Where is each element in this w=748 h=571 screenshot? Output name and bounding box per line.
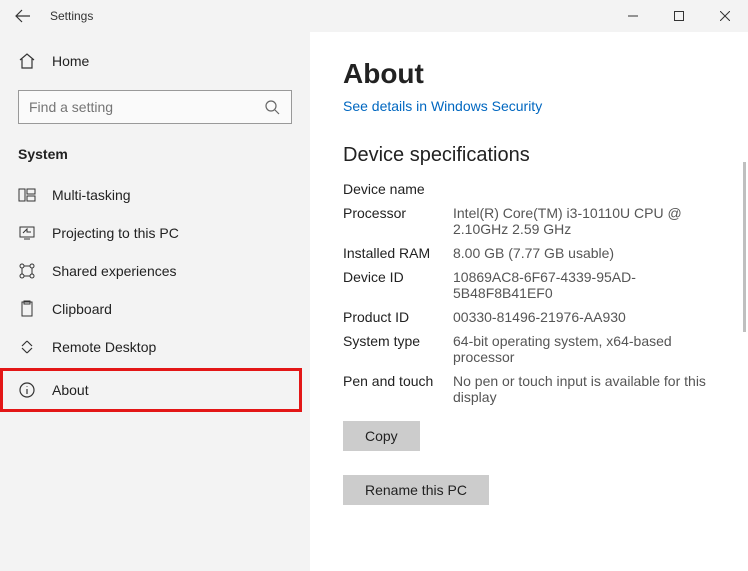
security-link[interactable]: See details in Windows Security	[343, 98, 728, 114]
arrow-left-icon	[15, 8, 31, 24]
spec-row-pen-touch: Pen and touch No pen or touch input is a…	[343, 373, 728, 405]
sidebar-item-about[interactable]: About	[0, 368, 302, 412]
app-title: Settings	[50, 9, 93, 23]
sidebar-item-label: Remote Desktop	[52, 339, 156, 355]
sidebar-item-remote-desktop[interactable]: Remote Desktop	[0, 328, 310, 366]
back-button[interactable]	[0, 0, 46, 32]
sidebar: Home System Multi-tasking Projecting to …	[0, 32, 310, 571]
sidebar-item-shared-experiences[interactable]: Shared experiences	[0, 252, 310, 290]
window-controls	[610, 0, 748, 32]
sidebar-item-label: About	[52, 382, 89, 398]
main-content: About See details in Windows Security De…	[310, 32, 748, 571]
sidebar-item-projecting[interactable]: Projecting to this PC	[0, 214, 310, 252]
spec-value: No pen or touch input is available for t…	[453, 373, 728, 405]
spec-label: Product ID	[343, 309, 453, 325]
sidebar-item-label: Projecting to this PC	[52, 225, 179, 241]
spec-label: Device ID	[343, 269, 453, 285]
spec-value: 64-bit operating system, x64-based proce…	[453, 333, 728, 365]
device-specs-header: Device specifications	[343, 144, 728, 167]
section-header: System	[0, 142, 310, 176]
spec-label: Processor	[343, 205, 453, 221]
sidebar-item-clipboard[interactable]: Clipboard	[0, 290, 310, 328]
spec-row-ram: Installed RAM 8.00 GB (7.77 GB usable)	[343, 245, 728, 261]
sidebar-item-label: Shared experiences	[52, 263, 177, 279]
spec-value: 8.00 GB (7.77 GB usable)	[453, 245, 728, 261]
projecting-icon	[18, 224, 36, 242]
copy-button[interactable]: Copy	[343, 421, 420, 451]
sidebar-item-label: Multi-tasking	[52, 187, 131, 203]
spec-row-system-type: System type 64-bit operating system, x64…	[343, 333, 728, 365]
spec-row-device-id: Device ID 10869AC8-6F67-4339-95AD-5B48F8…	[343, 269, 728, 301]
maximize-icon	[674, 11, 684, 21]
about-icon	[18, 381, 36, 399]
rename-pc-button[interactable]: Rename this PC	[343, 475, 489, 505]
spec-label: Pen and touch	[343, 373, 453, 389]
close-button[interactable]	[702, 0, 748, 32]
spec-row-device-name: Device name	[343, 181, 728, 197]
shared-experiences-icon	[18, 262, 36, 280]
spec-value: Intel(R) Core(TM) i3-10110U CPU @ 2.10GH…	[453, 205, 728, 237]
spec-value: 00330-81496-21976-AA930	[453, 309, 728, 325]
home-nav[interactable]: Home	[0, 44, 310, 78]
spec-label: Installed RAM	[343, 245, 453, 261]
spec-row-processor: Processor Intel(R) Core(TM) i3-10110U CP…	[343, 205, 728, 237]
minimize-icon	[628, 11, 638, 21]
home-label: Home	[52, 53, 89, 69]
close-icon	[720, 11, 730, 21]
minimize-button[interactable]	[610, 0, 656, 32]
search-box[interactable]	[18, 90, 292, 124]
titlebar: Settings	[0, 0, 748, 32]
maximize-button[interactable]	[656, 0, 702, 32]
clipboard-icon	[18, 300, 36, 318]
spec-label: System type	[343, 333, 453, 349]
spec-row-product-id: Product ID 00330-81496-21976-AA930	[343, 309, 728, 325]
multitasking-icon	[18, 186, 36, 204]
sidebar-item-label: Clipboard	[52, 301, 112, 317]
search-icon	[263, 98, 281, 116]
home-icon	[18, 52, 36, 70]
scrollbar-thumb[interactable]	[743, 162, 746, 332]
search-input[interactable]	[29, 99, 263, 115]
remote-desktop-icon	[18, 338, 36, 356]
spec-value: 10869AC8-6F67-4339-95AD-5B48F8B41EF0	[453, 269, 728, 301]
spec-label: Device name	[343, 181, 453, 197]
page-title: About	[343, 58, 728, 90]
sidebar-item-multitasking[interactable]: Multi-tasking	[0, 176, 310, 214]
